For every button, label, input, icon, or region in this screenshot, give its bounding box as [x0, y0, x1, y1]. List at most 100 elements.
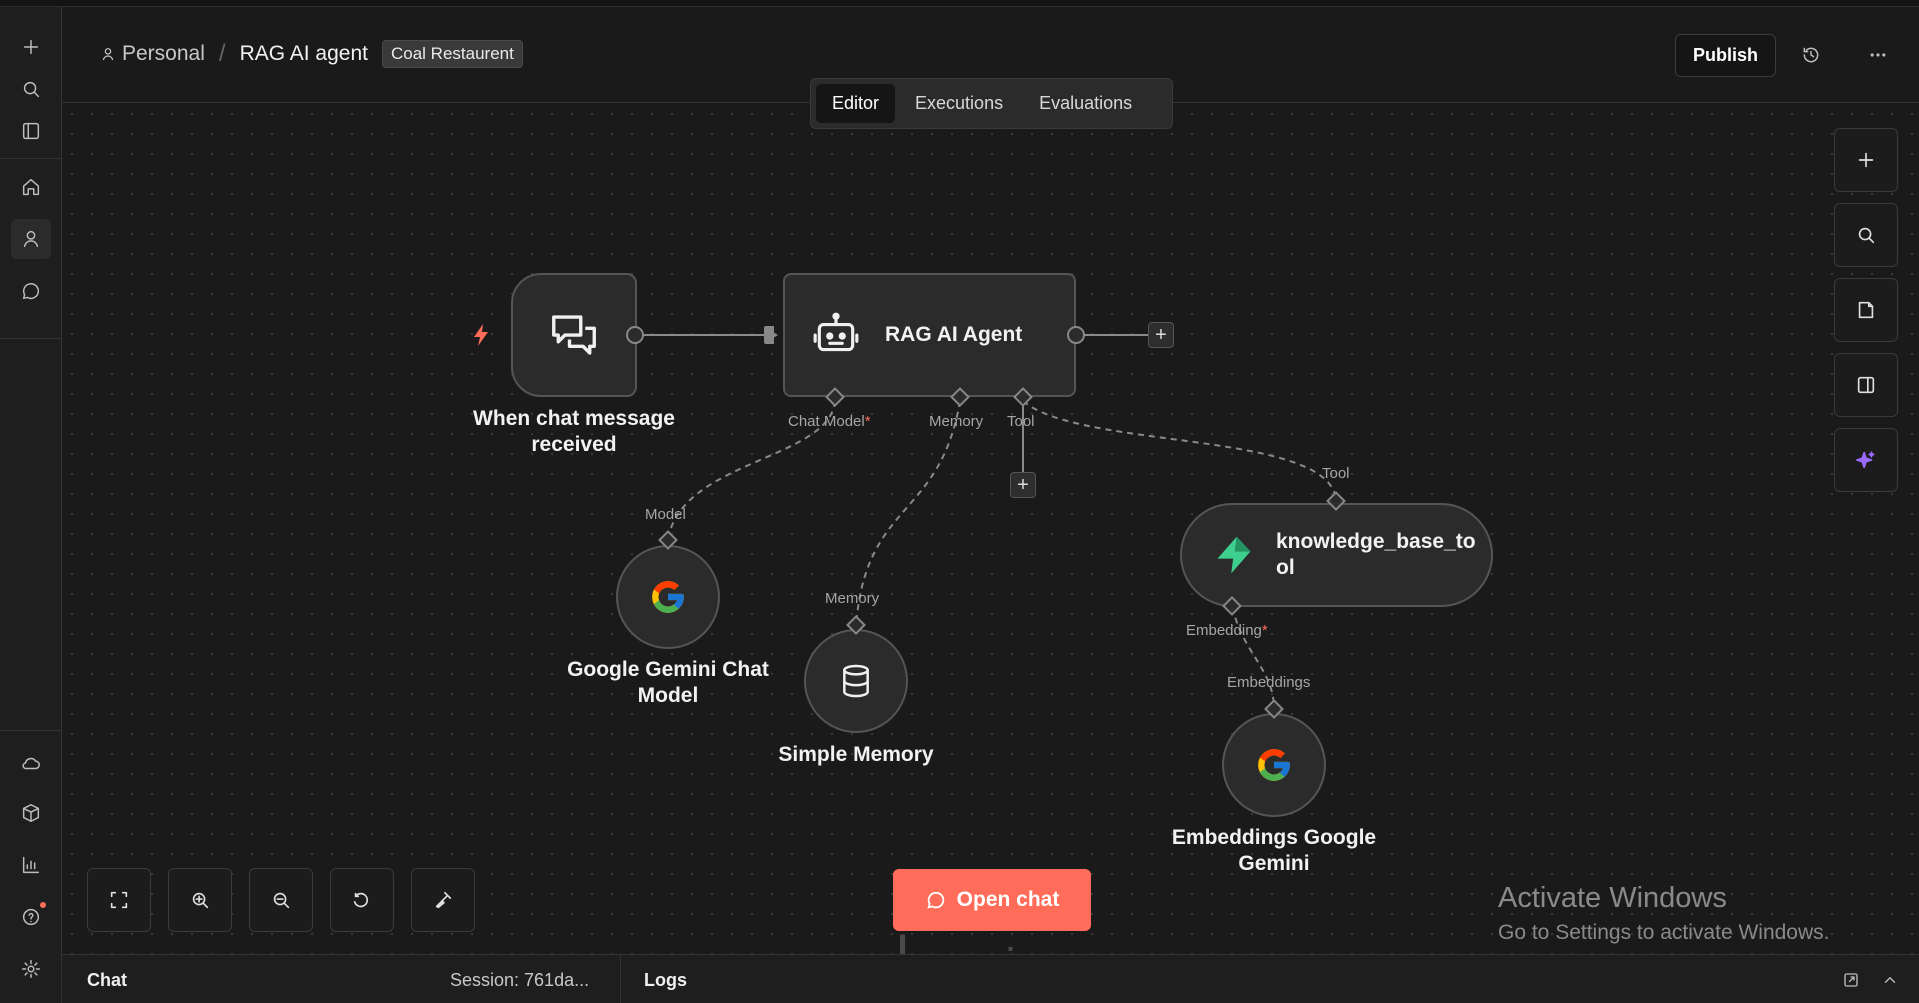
chevron-up-icon[interactable]	[1878, 968, 1902, 992]
search-icon	[1858, 227, 1875, 244]
embeddings-title-line1: Embeddings Google	[1171, 826, 1377, 849]
chat-bubble-icon	[927, 891, 944, 909]
robot-icon	[813, 312, 859, 352]
zoom-out-button[interactable]	[249, 868, 313, 932]
kb-tool-title-line2: ol	[1276, 556, 1295, 579]
undo-icon	[353, 892, 369, 908]
add-next-node-button[interactable]: +	[1148, 322, 1174, 348]
cloud-icon[interactable]	[11, 743, 51, 783]
sticky-note-button[interactable]	[1834, 278, 1898, 342]
agent-input-port[interactable]	[764, 326, 774, 344]
zoom-in-button[interactable]	[168, 868, 232, 932]
chat-icon[interactable]	[11, 271, 51, 311]
open-chat-label: Open chat	[956, 888, 1060, 911]
logs-panel-tab[interactable]: Logs	[644, 970, 687, 991]
session-id: Session: 761da...	[450, 970, 590, 990]
breadcrumb-separator: /	[218, 40, 226, 67]
trigger-title-line1: When chat message	[473, 407, 675, 430]
add-tool-button[interactable]: +	[1010, 472, 1036, 498]
tool-port-label: Tool	[1007, 413, 1035, 430]
required-mark: *	[864, 413, 871, 430]
workflow-name[interactable]: RAG AI agent	[240, 42, 368, 66]
broom-icon	[435, 891, 452, 909]
embeddings-title-line2: Gemini	[1238, 852, 1310, 875]
bottom-divider	[620, 955, 621, 1003]
activate-windows-overlay: Activate Windows Go to Settings to activ…	[1498, 882, 1830, 945]
kb-tool-title-line1: knowledge_base_to	[1276, 530, 1476, 553]
fit-view-button[interactable]	[87, 868, 151, 932]
tab-editor[interactable]: Editor	[816, 84, 896, 123]
breadcrumb-personal[interactable]: Personal	[100, 42, 205, 66]
activate-windows-subtitle: Go to Settings to activate Windows.	[1498, 921, 1830, 944]
insights-chart-icon[interactable]	[11, 845, 51, 885]
knowledge-base-tool-node[interactable]: knowledge_base_to ol	[1180, 503, 1493, 607]
embeddings-title: Embeddings Google Gemini	[1150, 825, 1398, 877]
simple-memory-title: Simple Memory	[778, 743, 934, 766]
model-input-label: Model	[645, 506, 686, 523]
memory-input-label: Memory	[825, 590, 880, 607]
zoom-out-icon	[273, 892, 290, 909]
reset-zoom-button[interactable]	[330, 868, 394, 932]
gemini-chat-model-node[interactable]	[616, 545, 720, 649]
agent-output-port[interactable]	[1067, 326, 1085, 344]
pop-out-icon[interactable]	[1839, 968, 1863, 992]
rail-divider	[0, 338, 62, 339]
panel-icon	[1857, 376, 1875, 394]
tool-input-label: Tool	[1322, 465, 1350, 482]
chat-model-label-text: Chat Model	[788, 413, 865, 430]
chat-model-port-label: Chat Model*	[788, 413, 871, 430]
required-mark: *	[1261, 622, 1268, 639]
rag-agent-node[interactable]: RAG AI Agent	[783, 273, 1076, 397]
gemini-chat-title-line1: Google Gemini Chat	[567, 658, 769, 681]
chat-panel-tab[interactable]: Chat	[87, 970, 127, 991]
simple-memory-node[interactable]	[804, 629, 908, 733]
embedding-port-label: Embedding*	[1186, 622, 1268, 639]
workflow-canvas[interactable]	[62, 104, 1919, 954]
add-icon[interactable]	[11, 27, 51, 67]
breadcrumb: Personal / RAG AI agent Coal Restaurent	[100, 40, 523, 68]
history-icon[interactable]	[1796, 40, 1826, 70]
ai-sparkle-icon	[1856, 451, 1875, 469]
settings-gear-icon[interactable]	[11, 949, 51, 989]
search-nodes-button[interactable]	[1834, 203, 1898, 267]
database-icon	[843, 664, 869, 698]
embeddings-gemini-node[interactable]	[1222, 713, 1326, 817]
breadcrumb-personal-label: Personal	[122, 42, 205, 65]
more-options-icon[interactable]	[1863, 40, 1893, 70]
trigger-node-title: When chat message received	[440, 406, 708, 458]
sidebar-toggle-icon[interactable]	[11, 111, 51, 151]
embeddings-input-label: Embeddings	[1227, 674, 1311, 691]
open-chat-button[interactable]: Open chat	[893, 869, 1091, 931]
workflow-tag[interactable]: Coal Restaurent	[381, 40, 523, 68]
embedding-label-text: Embedding	[1186, 622, 1262, 639]
add-node-button[interactable]	[1834, 128, 1898, 192]
publish-button[interactable]: Publish	[1675, 34, 1776, 77]
help-icon[interactable]	[11, 897, 51, 937]
memory-port-label: Memory	[929, 413, 984, 430]
plus-icon	[1858, 152, 1874, 168]
sticky-note-icon	[1858, 301, 1874, 319]
templates-cube-icon[interactable]	[11, 793, 51, 833]
tab-evaluations[interactable]: Evaluations	[1023, 84, 1148, 123]
search-icon[interactable]	[11, 69, 51, 109]
rail-divider	[0, 730, 62, 731]
left-sidebar	[0, 7, 62, 1003]
tab-executions[interactable]: Executions	[899, 84, 1019, 123]
google-icon	[1258, 749, 1290, 781]
trigger-node[interactable]	[511, 273, 637, 397]
zoom-in-icon	[192, 892, 209, 909]
tidy-up-button[interactable]	[411, 868, 475, 932]
personal-user-icon[interactable]	[11, 219, 51, 259]
activate-windows-title: Activate Windows	[1498, 882, 1727, 914]
trigger-output-port[interactable]	[626, 326, 644, 344]
home-icon[interactable]	[11, 167, 51, 207]
fit-view-icon	[110, 891, 128, 909]
kb-tool-title: knowledge_base_to ol	[1276, 529, 1476, 581]
trigger-title-line2: received	[531, 433, 617, 456]
gemini-chat-title: Google Gemini Chat Model	[540, 657, 796, 709]
ai-assistant-button[interactable]	[1834, 428, 1898, 492]
view-tabs: Editor Executions Evaluations	[810, 78, 1173, 129]
gemini-chat-title-line2: Model	[637, 684, 699, 707]
toggle-panel-button[interactable]	[1834, 353, 1898, 417]
rail-divider	[0, 158, 62, 159]
